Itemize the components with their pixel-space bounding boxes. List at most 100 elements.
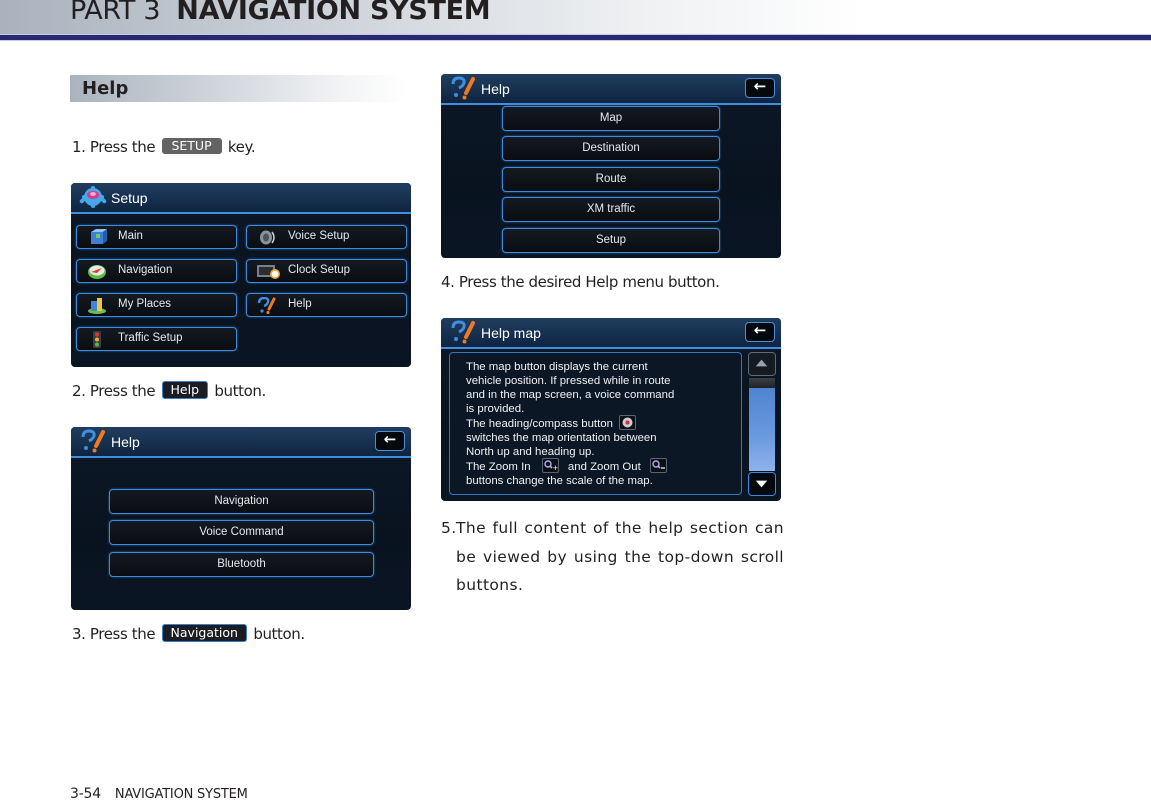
- footer-section: NAVIGATION SYSTEM: [114, 787, 248, 802]
- help-text-line: North up and heading up.: [466, 446, 595, 458]
- help-screen: Help ← Navigation Voice Command Bluetoot…: [71, 427, 411, 610]
- step-text: Press the: [89, 138, 156, 156]
- zoom-out-icon: [649, 457, 667, 473]
- help-setup-button[interactable]: Setup: [502, 228, 720, 253]
- screen-title: Setup: [111, 190, 148, 206]
- help-map-button[interactable]: Map: [502, 106, 720, 131]
- screen-title: Help: [111, 434, 140, 450]
- step-3: 3. Press the Navigation button.: [72, 624, 305, 644]
- navigation-compass-icon: [88, 265, 106, 279]
- page-header: PART 3 NAVIGATION SYSTEM: [0, 0, 1151, 34]
- help-voice-command-button[interactable]: Voice Command: [109, 520, 374, 545]
- help-question-icon: [257, 297, 276, 314]
- help-navigation-button[interactable]: Navigation: [109, 489, 374, 514]
- speaker-icon: [260, 230, 275, 245]
- help-text-line: The heading/compass button: [466, 414, 639, 431]
- help-text-line: The Zoom In + and Zoom Out: [466, 457, 670, 474]
- button-label: Destination: [582, 142, 640, 154]
- chapter-title: NAVIGATION SYSTEM: [176, 0, 491, 26]
- help-text-fragment: The heading/compass button: [466, 418, 613, 430]
- scrollbar-track[interactable]: [749, 378, 775, 471]
- button-label: Clock Setup: [288, 264, 351, 276]
- screen-titlebar: Help ←: [441, 74, 781, 105]
- traffic-light-icon: [93, 331, 101, 348]
- back-arrow-icon: ←: [753, 77, 767, 95]
- header-rule: [0, 34, 1151, 41]
- button-label: Voice Command: [199, 526, 284, 538]
- my-places-icon: [88, 298, 106, 314]
- setup-main-button[interactable]: Main: [76, 225, 237, 249]
- svg-text:+: +: [552, 464, 558, 472]
- button-label: Route: [595, 173, 627, 185]
- screen-titlebar: Help map ←: [441, 318, 781, 349]
- compass-icon: [619, 414, 637, 430]
- setup-help-button[interactable]: Help: [246, 293, 407, 317]
- step-number: 3.: [72, 625, 86, 643]
- help-text-fragment: The Zoom In: [466, 461, 531, 473]
- setup-clock-setup-button[interactable]: Clock Setup: [246, 259, 407, 283]
- screen-title: Help: [481, 81, 510, 97]
- screen-titlebar: Help ←: [71, 427, 411, 458]
- button-label: Setup: [595, 234, 627, 246]
- help-xm-traffic-button[interactable]: XM traffic: [502, 197, 720, 222]
- button-label: Traffic Setup: [118, 332, 183, 344]
- button-label: Voice Setup: [288, 230, 350, 242]
- step-text: The full content of the help section can…: [456, 519, 784, 594]
- scroll-down-icon: [755, 480, 768, 488]
- part-label: PART 3: [70, 0, 161, 26]
- setup-navigation-button[interactable]: Navigation: [76, 259, 237, 283]
- scroll-up-button[interactable]: [748, 352, 776, 376]
- step-2: 2. Press the Help button.: [72, 381, 266, 401]
- help-question-icon: [451, 320, 475, 344]
- button-label: Navigation: [214, 495, 269, 507]
- step-1: 1. Press the SETUP key.: [72, 137, 256, 157]
- setup-voice-setup-button[interactable]: Voice Setup: [246, 225, 407, 249]
- button-label: Navigation: [118, 264, 173, 276]
- help-text-panel: The map button displays the current vehi…: [449, 352, 742, 495]
- zoom-in-icon: +: [541, 457, 559, 473]
- scroll-up-icon: [755, 359, 768, 367]
- button-label: XM traffic: [586, 203, 636, 215]
- help-question-icon: [81, 429, 105, 453]
- help-text-line: is provided.: [466, 403, 525, 415]
- step-4: 4. Press the desired Help menu button.: [441, 272, 720, 292]
- step-text: button.: [214, 382, 266, 400]
- help-text-line: vehicle position. If pressed while in ro…: [466, 375, 671, 387]
- main-cube-icon: [91, 229, 107, 244]
- back-button[interactable]: ←: [375, 431, 405, 451]
- step-number: 5.: [441, 519, 457, 537]
- help-text-fragment: and Zoom Out: [567, 461, 641, 473]
- step-number: 1.: [72, 138, 86, 156]
- setup-my-places-button[interactable]: My Places: [76, 293, 237, 317]
- help-bluetooth-button[interactable]: Bluetooth: [109, 552, 374, 577]
- step-number: 2.: [72, 382, 86, 400]
- step-5: 5. The full content of the help section …: [441, 514, 784, 600]
- help-route-button[interactable]: Route: [502, 167, 720, 192]
- setup-screen: Setup Main Voice Setup Navigation Clock …: [71, 183, 411, 367]
- back-arrow-icon: ←: [383, 430, 397, 448]
- button-label: Bluetooth: [217, 558, 266, 570]
- setup-traffic-setup-button[interactable]: Traffic Setup: [76, 327, 237, 351]
- screen-title: Help map: [481, 325, 541, 341]
- scrollbar-thumb[interactable]: [749, 388, 775, 471]
- section-heading: Help: [70, 75, 408, 102]
- help-question-icon: [451, 76, 475, 100]
- scrollbar-thumb-cap: [749, 378, 775, 388]
- help-map-screen: Help map ← The map button displays the c…: [441, 318, 781, 501]
- setup-key-badge: SETUP: [161, 138, 222, 154]
- navigation-button-badge: Navigation: [161, 624, 247, 642]
- step-text: Press the: [89, 382, 156, 400]
- button-label: Main: [118, 230, 143, 242]
- scroll-down-button[interactable]: [748, 472, 776, 496]
- button-label: Help: [288, 298, 312, 310]
- help-destination-button[interactable]: Destination: [502, 136, 720, 161]
- page-footer: 3-54 NAVIGATION SYSTEM: [70, 786, 248, 803]
- help-text-line: The map button displays the current: [466, 361, 648, 373]
- back-arrow-icon: ←: [753, 321, 767, 339]
- back-button[interactable]: ←: [745, 322, 775, 342]
- button-label: My Places: [118, 298, 172, 310]
- section-heading-text: Help: [82, 78, 129, 99]
- help-button-badge: Help: [161, 381, 209, 399]
- back-button[interactable]: ←: [745, 78, 775, 98]
- step-number: 4.: [441, 273, 455, 291]
